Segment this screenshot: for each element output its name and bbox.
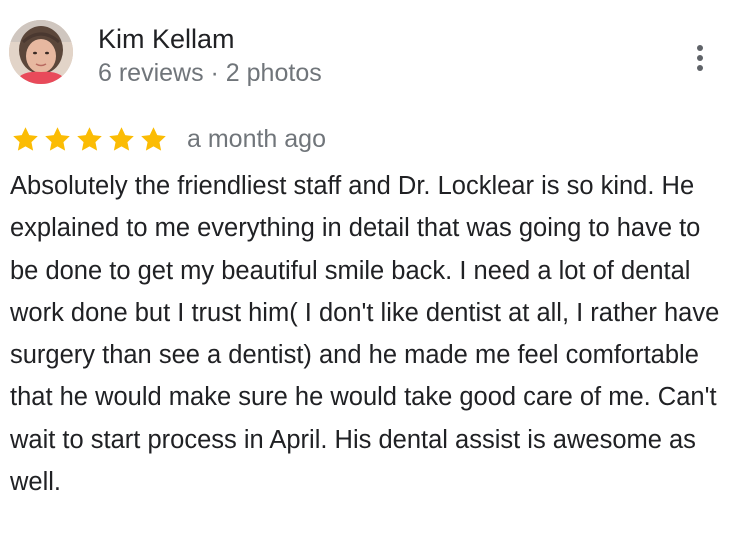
more-options-button[interactable] bbox=[684, 38, 716, 78]
review-text: Absolutely the friendliest staff and Dr.… bbox=[10, 172, 720, 497]
author-review-count: 6 reviews · 2 photos bbox=[98, 59, 322, 87]
avatar-photo bbox=[9, 20, 73, 84]
avatar[interactable] bbox=[9, 20, 73, 84]
author-name[interactable]: Kim Kellam bbox=[98, 22, 235, 56]
star-icon bbox=[106, 124, 137, 155]
star-icon bbox=[42, 124, 73, 155]
more-vert-icon bbox=[697, 45, 703, 71]
review-date: a month ago bbox=[187, 125, 326, 153]
star-icon bbox=[74, 124, 105, 155]
rating-row: a month ago bbox=[10, 121, 326, 157]
star-rating bbox=[10, 124, 169, 155]
star-icon bbox=[10, 124, 41, 155]
review-card: Kim Kellam 6 reviews · 2 photos a month … bbox=[0, 0, 740, 552]
star-icon bbox=[138, 124, 169, 155]
